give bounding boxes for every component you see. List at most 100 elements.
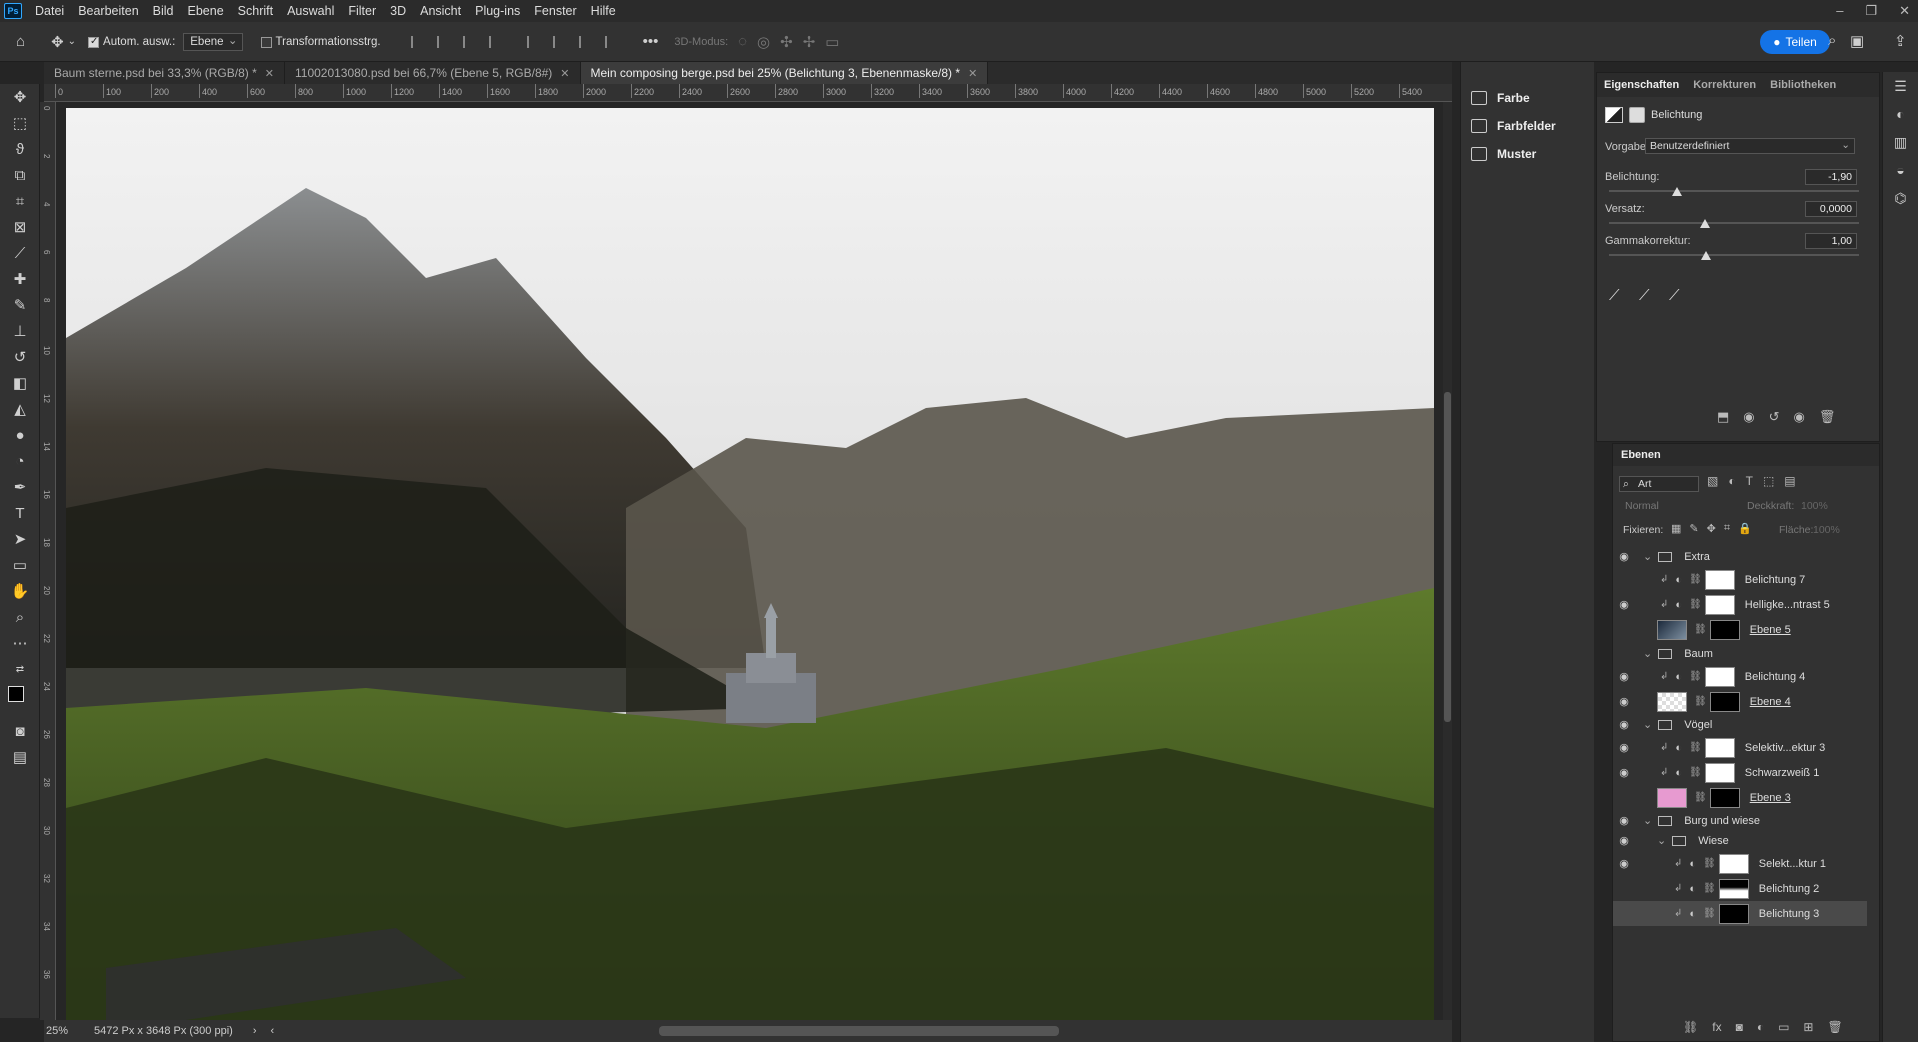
layer-row[interactable]: ◉ ⛓ Ebene 3 (1613, 785, 1867, 810)
chevron-right-icon[interactable]: › (253, 1025, 257, 1037)
opacity-input[interactable]: 100% (1801, 500, 1828, 512)
layer-row[interactable]: ◉ ↲ ◐ ⛓ Belichtung 7 (1613, 567, 1867, 592)
exposure-slider[interactable] (1609, 190, 1859, 192)
chevron-down-icon[interactable]: ⌄ (1643, 647, 1652, 660)
layer-group-row[interactable]: ◉ ⌄ Wiese (1613, 828, 1867, 853)
new-adjustment-icon[interactable]: ◐ (1757, 1020, 1764, 1034)
filter-pixel-icon[interactable]: ▧ (1707, 474, 1718, 488)
visibility-icon[interactable]: ◉ (1794, 409, 1805, 425)
layer-row[interactable]: ◉ ⛓ Ebene 5 (1613, 617, 1867, 642)
auto-select-checkbox[interactable]: Autom. ausw.: (88, 36, 175, 48)
more-tools-icon[interactable]: ⋯ (0, 630, 40, 656)
layer-mask-thumbnail[interactable] (1709, 691, 1740, 712)
menu-item-3d[interactable]: 3D (383, 0, 413, 22)
blur-tool-icon[interactable]: ● (0, 422, 40, 448)
document-tab[interactable]: Baum sterne.psd bei 33,3% (RGB/8) * ✕ (44, 62, 285, 84)
visibility-eye-icon[interactable]: ◉ (1613, 573, 1635, 586)
vertical-scrollbar[interactable] (1443, 102, 1452, 1020)
canvas-area[interactable] (56, 102, 1452, 1020)
restore-icon[interactable]: ❐ (1865, 0, 1877, 22)
layer-mask-thumbnail[interactable] (1709, 619, 1740, 640)
eraser-tool-icon[interactable]: ◧ (0, 370, 40, 396)
marquee-tool-icon[interactable]: ⬚ (0, 110, 40, 136)
link-icon[interactable]: ⛓ (1694, 624, 1707, 635)
layer-mask-thumbnail[interactable] (1704, 569, 1735, 590)
filter-shape-icon[interactable]: ⬚ (1763, 474, 1774, 488)
link-icon[interactable]: ⛓ (1689, 767, 1702, 778)
layer-mask-thumbnail[interactable] (1718, 903, 1749, 924)
checkbox-checked-icon[interactable] (88, 36, 100, 48)
path-select-tool-icon[interactable]: ➤ (0, 526, 40, 552)
layer-name[interactable]: Helligke...ntrast 5 (1745, 599, 1830, 611)
reset-icon[interactable]: ↺ (1769, 409, 1780, 425)
layer-row[interactable]: ◉ ↲ ◐ ⛓ Selekt...ktur 1 (1613, 851, 1867, 876)
layer-thumbnail[interactable] (1657, 619, 1687, 640)
menu-item-plug-ins[interactable]: Plug-ins (468, 0, 527, 22)
paths-panel-icon[interactable]: ⌬ (1883, 184, 1918, 212)
link-icon[interactable]: ⛓ (1689, 742, 1702, 753)
menu-item-bild[interactable]: Bild (146, 0, 181, 22)
layer-row[interactable]: ◉ ⛓ Ebene 4 (1613, 689, 1867, 714)
mask-icon[interactable] (1629, 107, 1645, 123)
distribute-vertical-icon[interactable] (604, 35, 617, 48)
close-icon[interactable]: ✕ (1899, 0, 1910, 22)
chevron-down-icon[interactable]: ⌄ (68, 36, 76, 47)
adjustments-panel-icon[interactable]: ◐ (1883, 100, 1918, 128)
layer-row[interactable]: ◉ ↲ ◐ ⛓ Schwarzweiß 1 (1613, 760, 1867, 785)
rectangle-tool-icon[interactable]: ▭ (0, 552, 40, 578)
document-tab[interactable]: 11002013080.psd bei 66,7% (Ebene 5, RGB/… (284, 62, 581, 84)
frame-tool-icon[interactable]: ⊠ (0, 214, 40, 240)
delete-layer-icon[interactable]: 🗑 (1827, 1020, 1842, 1034)
menu-item-ebene[interactable]: Ebene (181, 0, 231, 22)
3d-orbit-icon[interactable]: ◌ (738, 33, 747, 50)
layer-name[interactable]: Baum (1684, 648, 1713, 660)
clone-stamp-tool-icon[interactable]: ⊥ (0, 318, 40, 344)
blend-mode-dropdown[interactable]: Normal (1625, 500, 1659, 512)
black-point-eyedropper-icon[interactable]: ⟋ (1609, 287, 1620, 304)
new-group-icon[interactable]: ▭ (1778, 1020, 1789, 1034)
visibility-eye-icon[interactable]: ◉ (1613, 670, 1635, 683)
zoom-tool-icon[interactable]: ⌕ (0, 604, 40, 630)
properties-panel-icon[interactable]: ☰ (1883, 72, 1918, 100)
menu-item-schrift[interactable]: Schrift (231, 0, 280, 22)
layer-name[interactable]: Belichtung 2 (1759, 883, 1820, 895)
layer-name[interactable]: Selekt...ktur 1 (1759, 858, 1826, 870)
filter-adjustment-icon[interactable]: ◐ (1728, 474, 1735, 488)
link-icon[interactable]: ⛓ (1694, 696, 1707, 707)
home-icon[interactable]: ⌂ (16, 33, 25, 50)
3d-camera-icon[interactable]: ▭ (825, 33, 839, 51)
checkbox-unchecked-icon[interactable] (260, 37, 272, 48)
channels-panel-icon[interactable]: ◒ (1883, 156, 1918, 184)
close-tab-icon[interactable]: ✕ (560, 67, 569, 80)
visibility-eye-icon[interactable]: ◉ (1613, 907, 1635, 920)
white-point-eyedropper-icon[interactable]: ⟋ (1669, 287, 1680, 304)
transform-controls-checkbox[interactable]: Transformationsstrg. (260, 36, 381, 48)
chevron-down-icon[interactable]: ⌄ (1657, 834, 1666, 847)
visibility-eye-icon[interactable]: ◉ (1613, 814, 1635, 827)
clip-to-layer-icon[interactable]: ⬒ (1717, 409, 1729, 425)
horizontal-scroll-thumb[interactable] (659, 1026, 1059, 1036)
share-export-icon[interactable]: ⇪ (1894, 32, 1907, 50)
layer-mask-thumbnail[interactable] (1718, 878, 1749, 899)
visibility-eye-icon[interactable]: ◉ (1613, 695, 1635, 708)
gray-point-eyedropper-icon[interactable]: ⟋ (1639, 287, 1650, 304)
layer-name[interactable]: Ebene 3 (1750, 792, 1791, 804)
visibility-eye-icon[interactable]: ◉ (1613, 550, 1635, 563)
3d-pan-icon[interactable]: ✣ (780, 33, 793, 51)
visibility-eye-icon[interactable]: ◉ (1613, 718, 1635, 731)
object-select-tool-icon[interactable]: ⧉ (0, 162, 40, 188)
healing-brush-tool-icon[interactable]: ✚ (0, 266, 40, 292)
close-tab-icon[interactable]: ✕ (968, 67, 977, 80)
new-layer-icon[interactable]: ⊞ (1803, 1020, 1813, 1034)
link-icon[interactable]: ⛓ (1703, 883, 1716, 894)
exposure-slider-thumb[interactable] (1672, 187, 1682, 196)
layer-row[interactable]: ◉ ↲ ◐ ⛓ Selektiv...ektur 3 (1613, 735, 1867, 760)
layer-style-icon[interactable]: fx (1712, 1020, 1721, 1034)
layer-group-row[interactable]: ◉ ⌄ Extra (1613, 544, 1867, 569)
layer-row[interactable]: ◉ ↲ ◐ ⛓ Helligke...ntrast 5 (1613, 592, 1867, 617)
menu-item-auswahl[interactable]: Auswahl (280, 0, 341, 22)
visibility-eye-icon[interactable]: ◉ (1613, 834, 1635, 847)
menu-item-ansicht[interactable]: Ansicht (413, 0, 468, 22)
chevron-down-icon[interactable]: ⌄ (1643, 718, 1652, 731)
align-center-icon[interactable] (436, 35, 449, 48)
